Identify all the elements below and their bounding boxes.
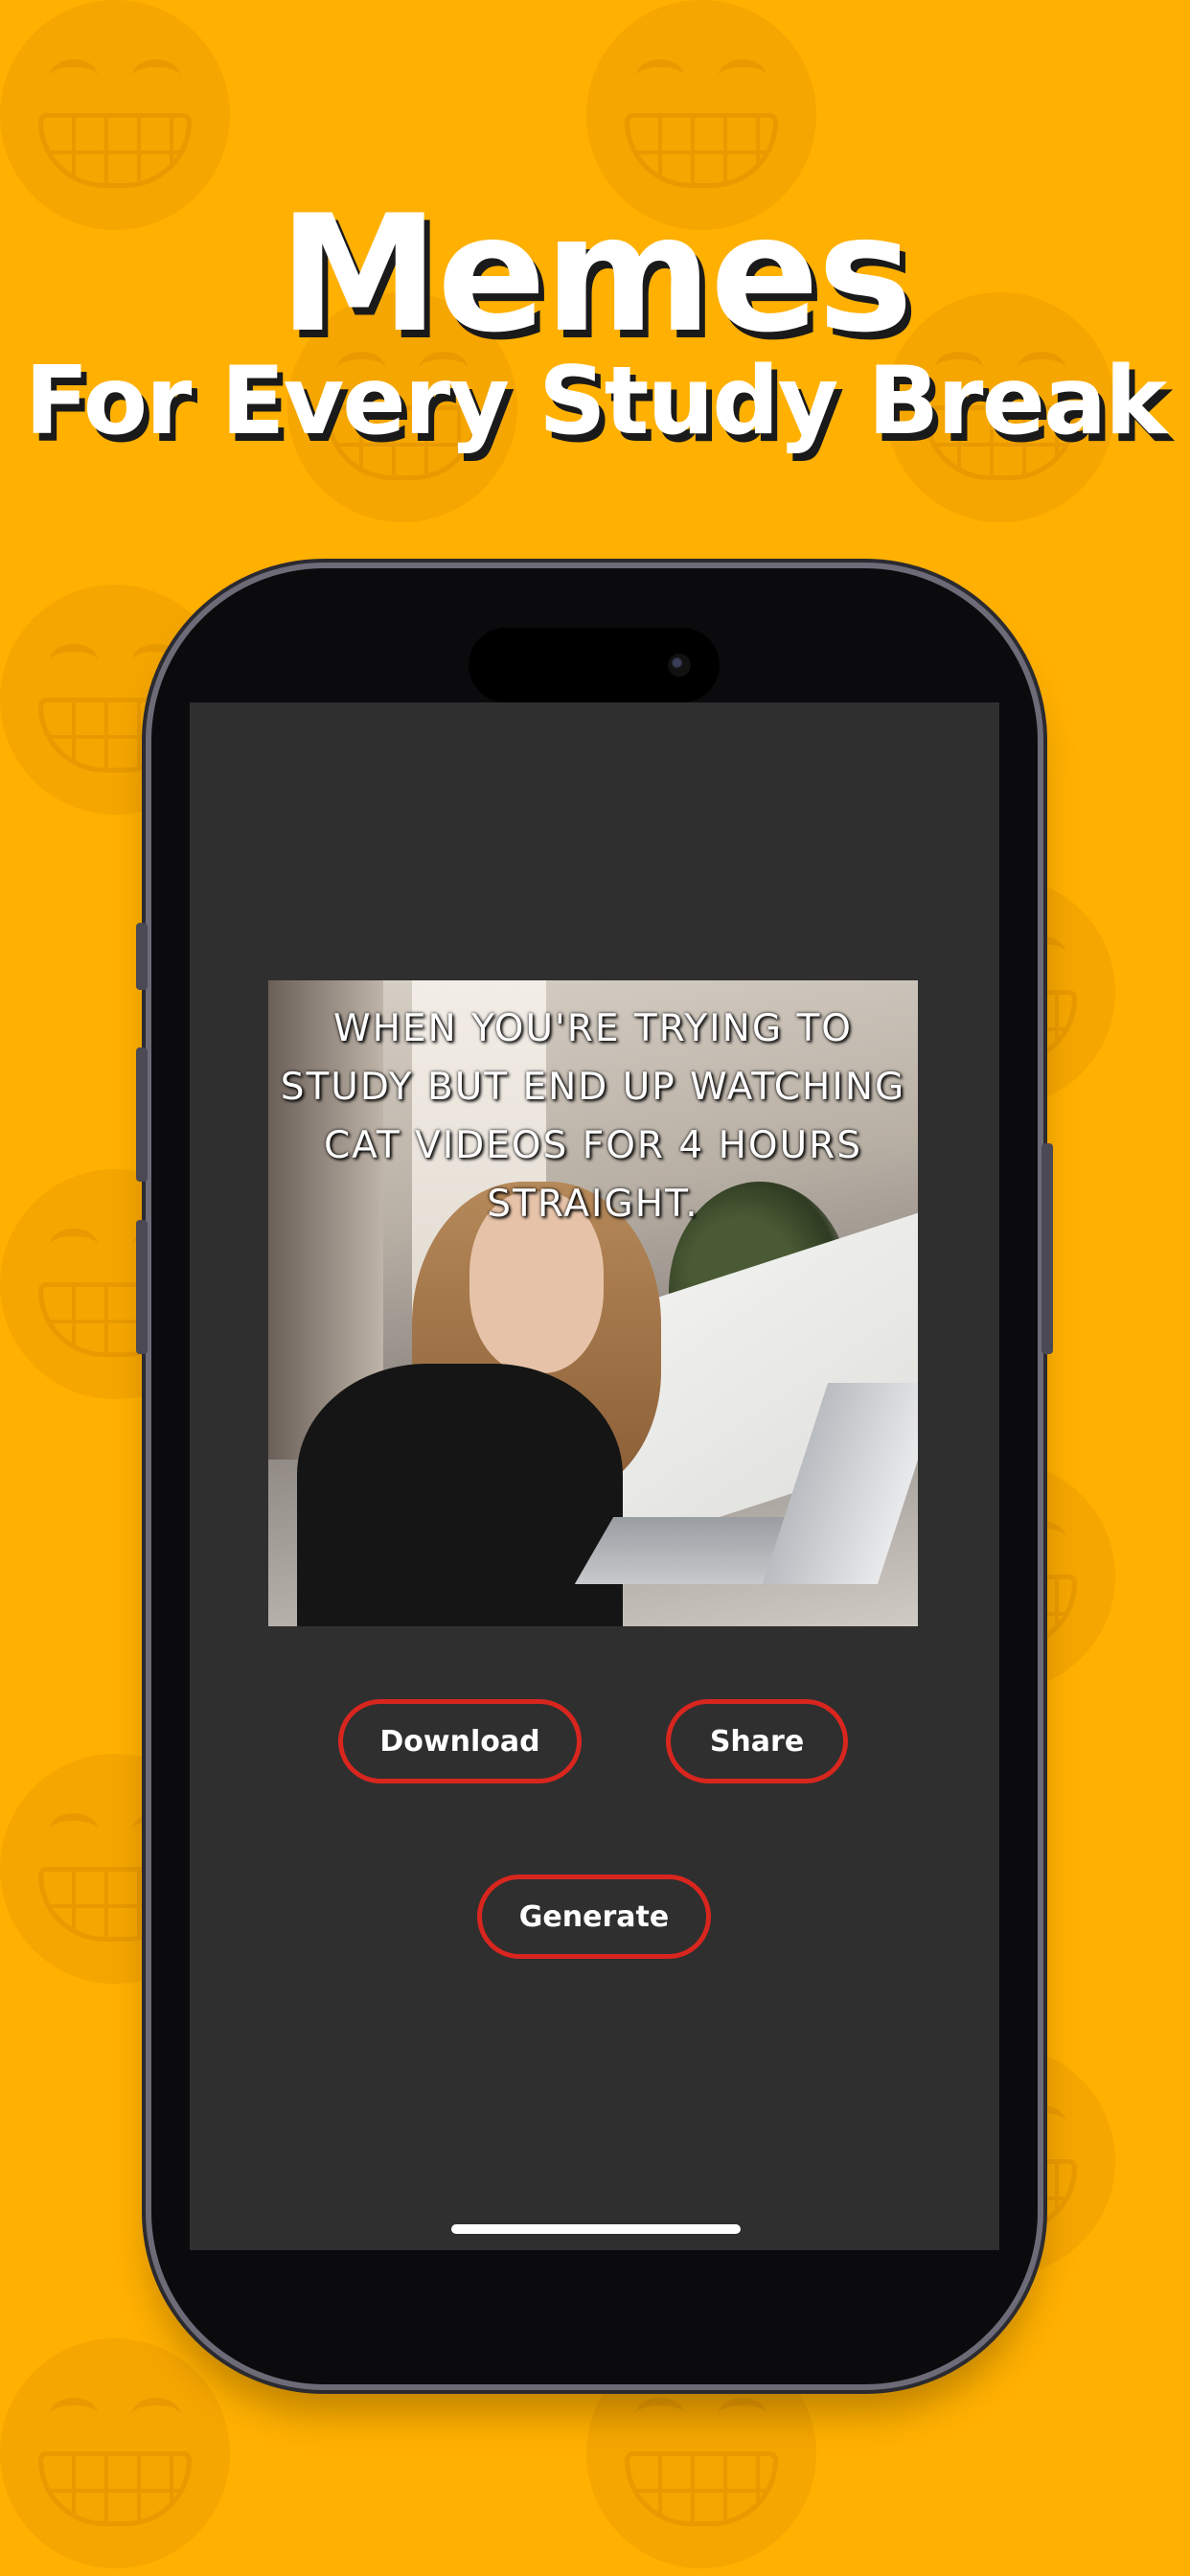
generate-button[interactable]: Generate [477,1874,711,1959]
headline-title: Memes [278,180,913,368]
phone-volume-down-button [136,1220,148,1354]
phone-power-button [1041,1143,1053,1354]
dynamic-island [469,628,720,702]
home-indicator[interactable] [451,2224,741,2234]
app-screen: WHEN YOU'RE TRYING TO STUDY BUT END UP W… [190,702,999,2250]
camera-icon [668,654,691,677]
phone-silent-switch [136,923,148,990]
download-button[interactable]: Download [338,1699,582,1783]
share-button[interactable]: Share [666,1699,848,1783]
meme-caption: WHEN YOU'RE TRYING TO STUDY BUT END UP W… [280,1007,906,1226]
headline-subtitle: For Every Study Break [24,347,1168,456]
phone-frame: WHEN YOU'RE TRYING TO STUDY BUT END UP W… [136,568,1053,2384]
grinning-face-icon [0,2338,230,2568]
meme-image: WHEN YOU'RE TRYING TO STUDY BUT END UP W… [268,980,918,1626]
phone-volume-up-button [136,1047,148,1182]
